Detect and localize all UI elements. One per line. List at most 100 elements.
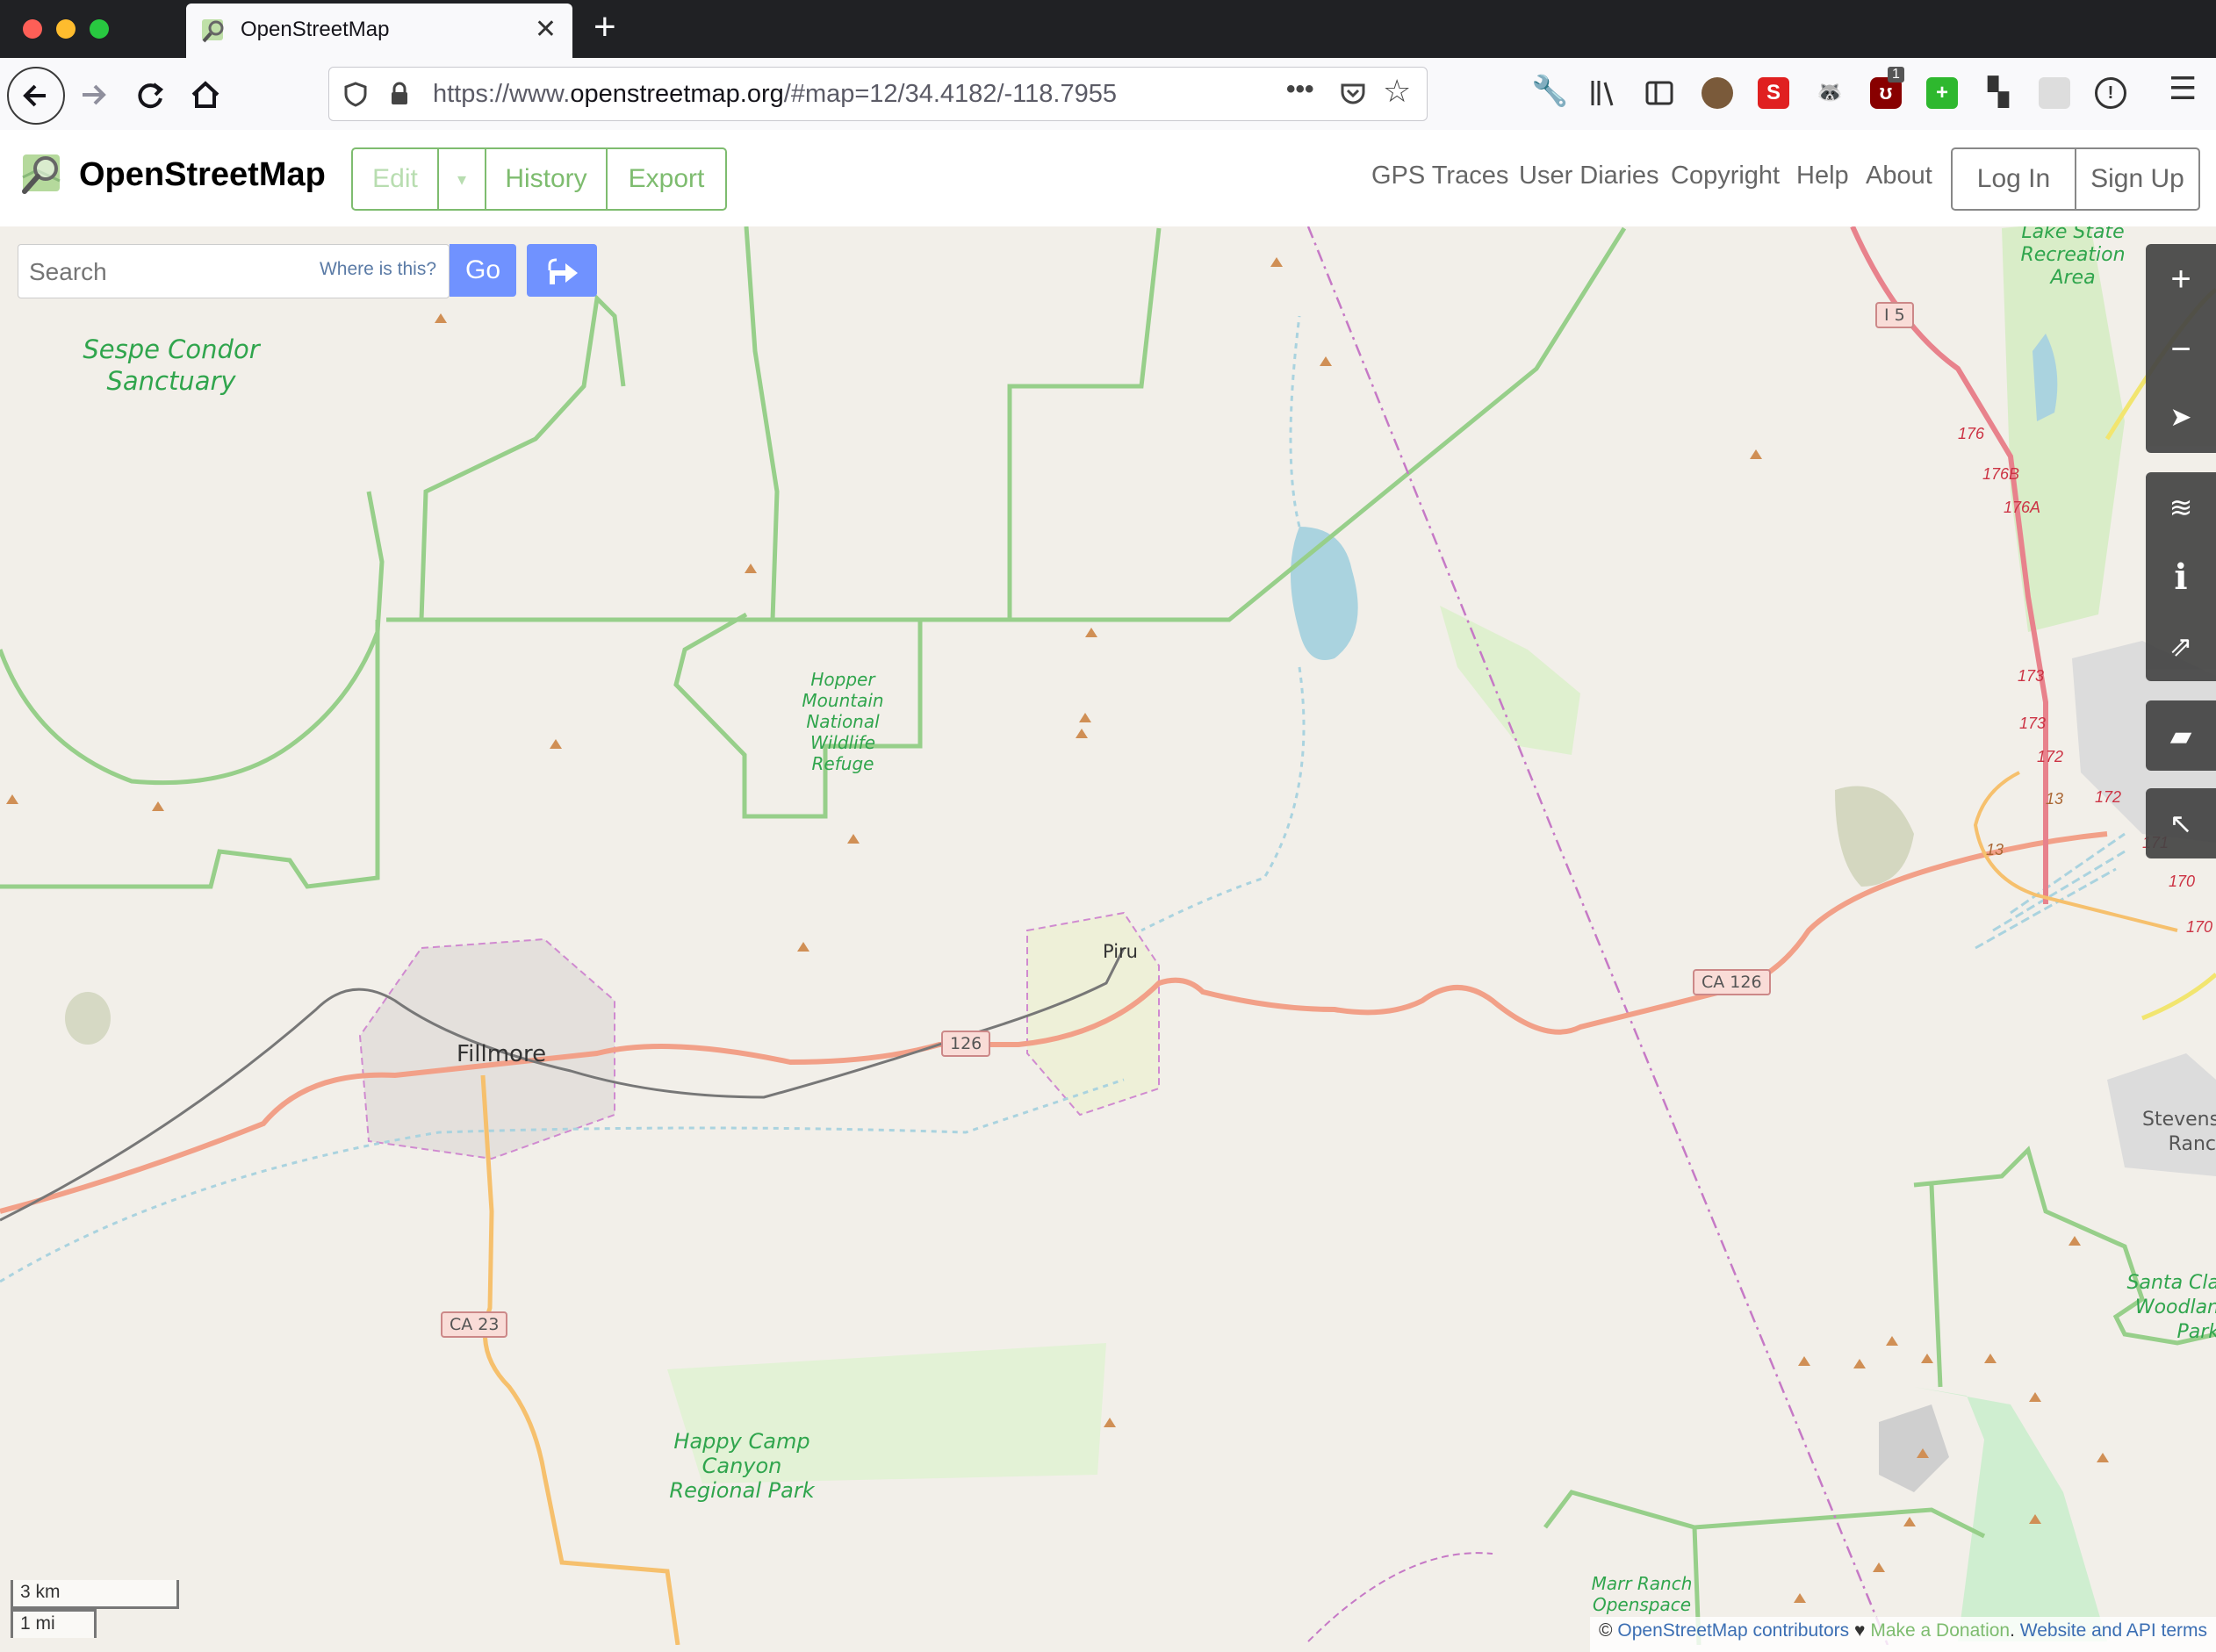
shield-icon[interactable] [342,80,370,108]
tab-title: OpenStreetMap [241,18,390,41]
osm-logo-icon[interactable] [19,151,65,197]
minimize-window-button[interactable] [56,19,76,39]
go-button[interactable]: Go [450,244,516,297]
shield-ca126: CA 126 [1693,969,1771,995]
profile-avatar-icon[interactable] [1702,77,1733,109]
add-note-control: ▰ [2146,700,2216,771]
road-ref: 172 [2037,748,2064,765]
extension-gray-icon[interactable] [2039,77,2070,109]
extension-info-icon[interactable]: ! [2095,77,2126,109]
library-icon[interactable] [1587,77,1622,109]
bookmark-star-icon[interactable]: ☆ [1383,73,1411,110]
sidebar-icon[interactable] [1644,77,1675,109]
nav-copyright[interactable]: Copyright [1671,162,1780,190]
map-label-stevenson: Stevens Ranc [2142,1109,2216,1155]
reload-button[interactable] [127,72,173,118]
home-button[interactable] [183,72,228,118]
back-button[interactable] [7,67,65,125]
map-canvas[interactable]: Sespe Condor Sanctuary Hopper Mountain N… [0,226,2216,1645]
signup-button[interactable]: Sign Up [2076,149,2198,209]
pocket-icon[interactable] [1337,78,1369,110]
query-features-icon[interactable]: ↖ [2146,788,2216,858]
close-window-button[interactable] [23,19,42,39]
donate-link[interactable]: Make a Donation [1870,1620,2010,1641]
scale-km-bar: 3 km [11,1580,179,1609]
zoom-out-icon[interactable]: − [2146,314,2216,384]
scale-mi-bar: 1 mi [11,1609,97,1638]
edit-button[interactable]: Edit [353,149,439,209]
lock-icon[interactable] [385,80,414,108]
url-text[interactable]: https://www.openstreetmap.org/#map=12/34… [433,80,1117,109]
osm-favicon-icon [202,19,224,43]
protected-area-boundaries [0,226,1627,889]
road-ref: 172 [2095,788,2122,806]
map-label-sespe: Sespe Condor Sanctuary [83,334,260,396]
map-label-happy-camp: Happy Camp Canyon Regional Park [669,1429,815,1503]
scale-km-label: 3 km [20,1582,61,1602]
maximize-window-button[interactable] [90,19,109,39]
extension-s-icon[interactable]: S [1758,77,1789,109]
extension-plus-icon[interactable]: + [1926,77,1958,109]
search-box: Where is this? [18,244,450,298]
forward-button[interactable] [70,72,116,118]
shield-126: 126 [941,1031,991,1057]
nav-user-diaries[interactable]: User Diaries [1519,162,1659,190]
nav-gps-traces[interactable]: GPS Traces [1371,162,1508,190]
shield-ca23: CA 23 [441,1311,508,1338]
scale-mi-label: 1 mi [20,1613,55,1634]
landuse-blob [65,992,111,1045]
zoom-in-icon[interactable]: + [2146,244,2216,314]
osm-contributors-link[interactable]: OpenStreetMap contributors [1617,1620,1849,1641]
piru-town-area [1026,911,1160,1117]
auth-button-group: Log In Sign Up [1951,147,2200,211]
layer-control-group: ≋ i ⇗ [2146,472,2216,681]
highway-23 [480,1074,680,1645]
forward-arrow-icon [83,84,106,105]
map-render [0,226,2216,1645]
directions-icon [548,258,578,284]
road-ref: 170 [2169,873,2196,890]
map-key-info-icon[interactable]: i [2146,542,2216,613]
road-ref: 173 [2018,667,2045,685]
home-icon [191,81,219,108]
api-terms-link[interactable]: Website and API terms [2020,1620,2207,1641]
directions-button[interactable] [527,244,597,297]
map-scale: 3 km 1 mi [11,1580,179,1638]
login-button[interactable]: Log In [1953,149,2076,209]
locate-me-icon[interactable]: ➤ [2146,383,2216,453]
map-label-piru: Piru [1103,941,1138,962]
road-ref: 176B [1982,465,2020,483]
wrench-icon[interactable]: 🔧 [1531,74,1568,109]
extension-raccoon-icon[interactable]: 🦝 [1814,77,1845,109]
back-arrow-icon [23,84,46,107]
road-ref: 173 [2019,715,2047,732]
osm-logo-text[interactable]: OpenStreetMap [79,156,326,194]
extension-grid-icon[interactable]: ▚ [1982,77,2014,109]
new-tab-button[interactable]: + [594,5,616,49]
history-button[interactable]: History [486,149,608,209]
map-label-marr-ranch: Marr Ranch Openspace [1591,1573,1693,1615]
browser-tab[interactable]: OpenStreetMap ✕ [186,4,572,58]
edit-dropdown-chevron-icon[interactable]: ▾ [439,149,486,209]
url-bar[interactable]: https://www.openstreetmap.org/#map=12/34… [328,67,1428,121]
hamburger-menu-icon[interactable]: ☰ [2169,70,2197,107]
where-is-this-link[interactable]: Where is this? [320,259,436,280]
map-label-santa-clara: Santa Cla Woodlan Park [2126,1272,2216,1343]
copyright-symbol: © [1599,1620,1613,1641]
landuse-area [1835,786,1914,887]
url-prefix: https://www. [433,80,571,108]
export-button[interactable]: Export [608,149,725,209]
search-input[interactable] [27,254,329,291]
layers-icon[interactable]: ≋ [2146,472,2216,542]
county-boundary [1306,226,1889,1645]
heart-symbol: ♥ [1854,1620,1866,1641]
road-ref: 170 [2186,918,2213,936]
zoom-control-group: + − ➤ [2146,244,2216,453]
add-note-icon[interactable]: ▰ [2146,700,2216,771]
reservoir-water [1291,527,1358,660]
nav-help[interactable]: Help [1796,162,1849,190]
page-actions-icon[interactable]: ••• [1286,75,1314,104]
nav-about[interactable]: About [1866,162,1932,190]
share-icon[interactable]: ⇗ [2146,611,2216,681]
close-tab-icon[interactable]: ✕ [535,14,557,45]
